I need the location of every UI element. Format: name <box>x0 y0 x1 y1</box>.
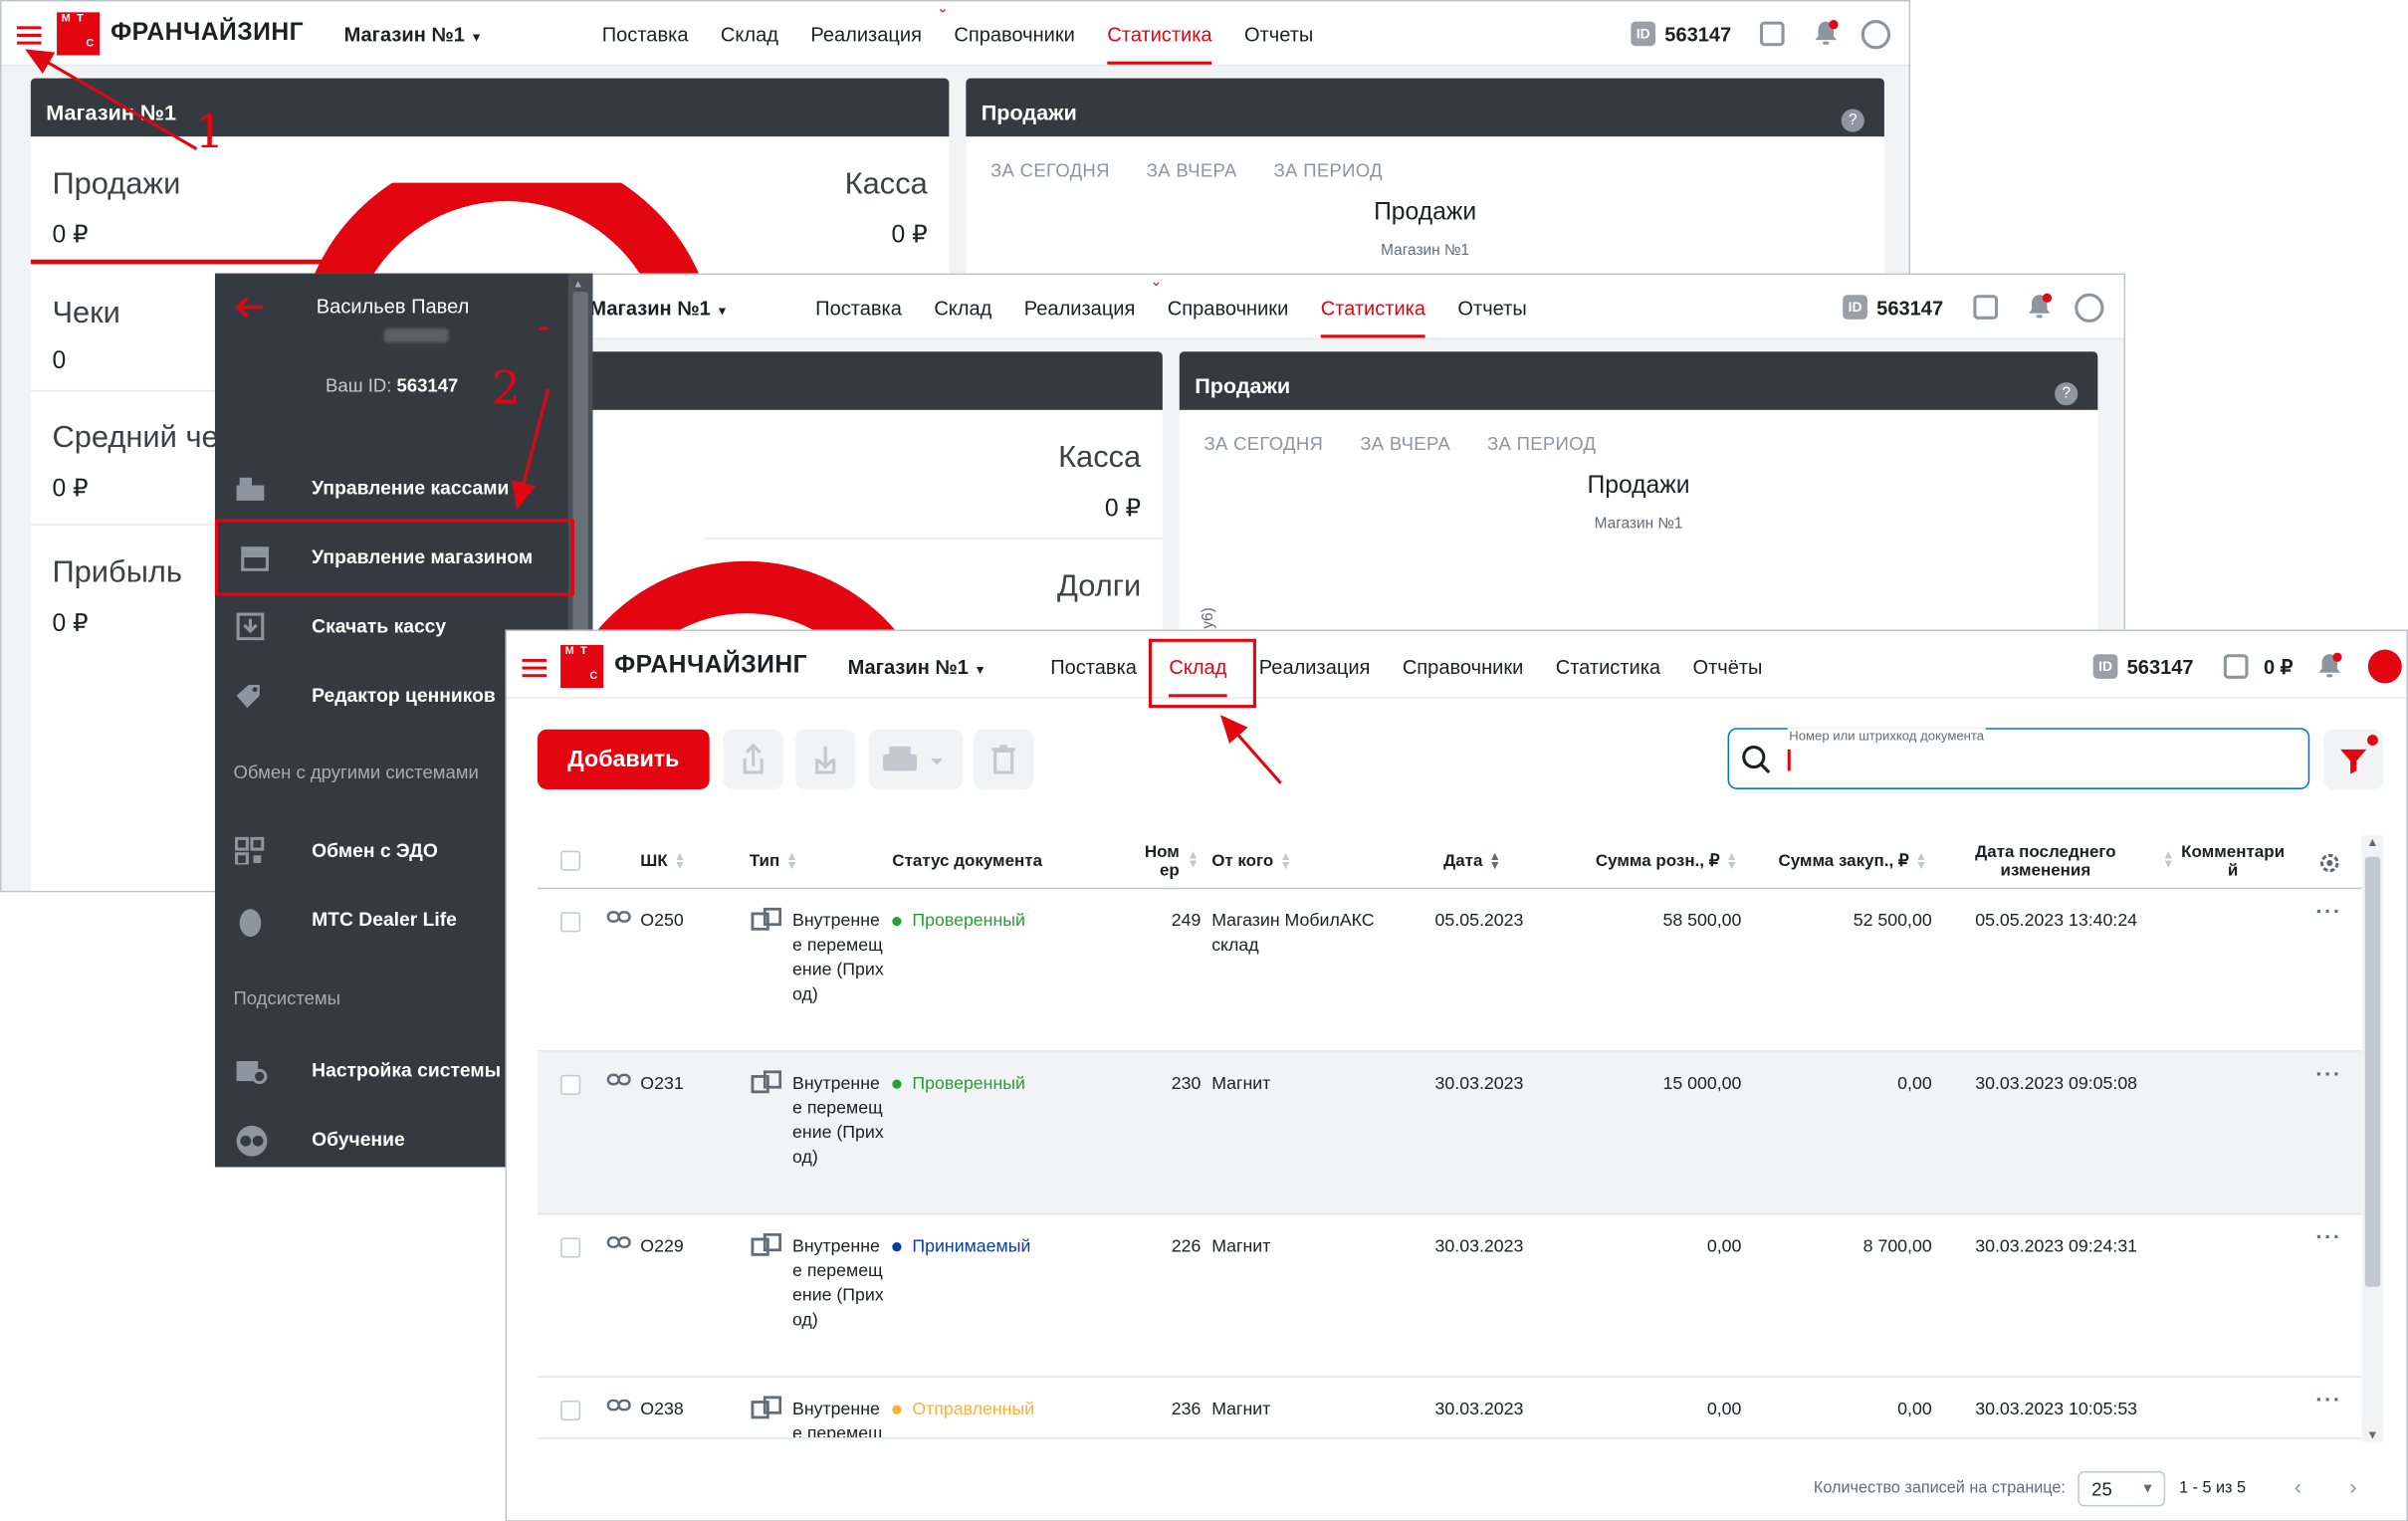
annotation-number-2: 2 <box>491 362 522 417</box>
annotation-number-1: 1 <box>194 106 225 160</box>
annotation-arrows <box>25 49 1282 784</box>
screenshot-stage: М Т С ФРАНЧАЙЗИНГ Магазин №1 ▼ Поставка … <box>0 0 2408 1521</box>
